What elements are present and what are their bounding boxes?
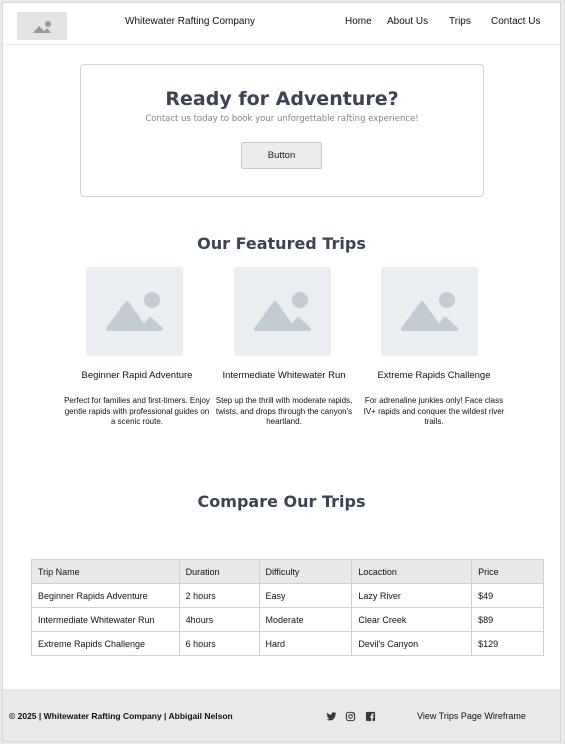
column-header: Difficulty [258, 559, 353, 584]
table-cell: $49 [471, 583, 544, 608]
table-cell: 4hours [178, 607, 260, 632]
trip-card-image [86, 267, 183, 356]
brand-name: Whitewater Rafting Company [125, 16, 256, 27]
trip-card-title: Extreme Rapids Challenge [377, 370, 491, 381]
compare-trips-table: Trip Name Duration Difficulty Locaction … [31, 559, 544, 656]
hero-subtitle: Contact us today to book your unforgetta… [145, 114, 419, 124]
column-header: Price [471, 559, 544, 584]
trip-card-description: Step up the thrill with moderate rapids,… [215, 396, 353, 426]
twitter-icon[interactable] [326, 711, 337, 722]
table-cell: Easy [258, 583, 353, 608]
facebook-icon[interactable] [365, 711, 376, 722]
trip-card-title: Beginner Rapid Adventure [81, 370, 193, 381]
footer-copyright: © 2025 | Whitewater Rafting Company | Ab… [9, 711, 233, 721]
nav-contact-us[interactable]: Contact Us [491, 16, 540, 27]
image-placeholder-icon [254, 292, 311, 331]
table-cell: Moderate [258, 607, 353, 632]
image-placeholder-icon [33, 21, 51, 33]
trip-card-title: Intermediate Whitewater Run [222, 370, 346, 381]
table-cell: 6 hours [178, 631, 260, 656]
trip-card-image [234, 267, 331, 356]
nav-trips[interactable]: Trips [449, 16, 471, 27]
table-cell: Extreme Rapids Challenge [31, 631, 180, 656]
table-cell: Lazy River [351, 583, 473, 608]
table-cell: $89 [471, 607, 544, 632]
table-cell: $129 [471, 631, 544, 656]
table-cell: Clear Creek [351, 607, 473, 632]
table-cell: Hard [258, 631, 353, 656]
column-header: Duration [178, 559, 260, 584]
table-cell: Intermediate Whitewater Run [31, 607, 180, 632]
trip-card-description: For adrenaline junkies only! Face class … [363, 396, 505, 426]
table-header-row: Trip Name Duration Difficulty Locaction … [31, 559, 544, 584]
table-cell: 2 hours [178, 583, 260, 608]
site-footer: © 2025 | Whitewater Rafting Company | Ab… [3, 689, 560, 741]
compare-trips-title: Compare Our Trips [197, 492, 366, 511]
instagram-icon[interactable] [345, 711, 356, 722]
table-cell: Beginner Rapids Adventure [31, 583, 180, 608]
site-header: Whitewater Rafting Company Home About Us… [3, 3, 560, 45]
logo-image[interactable] [17, 12, 67, 40]
image-placeholder-icon [106, 292, 163, 331]
view-trips-wireframe-link[interactable]: View Trips Page Wireframe [417, 711, 526, 721]
column-header: Locaction [351, 559, 473, 584]
column-header: Trip Name [31, 559, 180, 584]
table-row: Beginner Rapids Adventure 2 hours Easy L… [31, 583, 544, 608]
table-row: Extreme Rapids Challenge 6 hours Hard De… [31, 631, 544, 656]
featured-trips-title: Our Featured Trips [197, 234, 366, 253]
table-cell: Devil's Canyon [351, 631, 473, 656]
hero-title: Ready for Adventure? [165, 88, 399, 110]
nav-home[interactable]: Home [345, 16, 372, 27]
nav-about-us[interactable]: About Us [387, 16, 428, 27]
hero-button[interactable]: Button [241, 142, 322, 169]
page: Whitewater Rafting Company Home About Us… [2, 2, 561, 742]
trip-card-image [381, 267, 478, 356]
hero-panel: Ready for Adventure? Contact us today to… [80, 64, 484, 197]
table-row: Intermediate Whitewater Run 4hours Moder… [31, 607, 544, 632]
trip-card-description: Perfect for families and first-timers. E… [64, 396, 210, 426]
image-placeholder-icon [401, 292, 458, 331]
